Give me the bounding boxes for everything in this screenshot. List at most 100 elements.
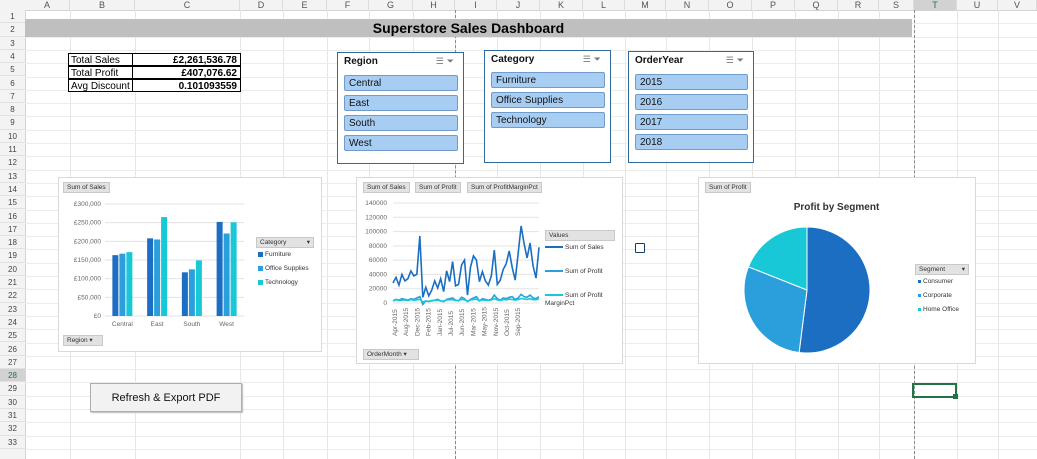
column-header-l[interactable]: L	[583, 0, 625, 10]
column-header-r[interactable]: R	[838, 0, 879, 10]
field-button-sum-of-sales[interactable]: Sum of Sales	[363, 182, 410, 193]
column-header-bar: ABCDEFGHIJKLMNOPQRSTUV	[0, 0, 1037, 11]
column-header-t[interactable]: T	[914, 0, 957, 10]
column-header-p[interactable]: P	[752, 0, 795, 10]
x-tick-label: West	[219, 321, 234, 328]
kpi-label[interactable]: Total Profit	[68, 66, 133, 79]
row-header-33[interactable]: 33	[0, 436, 25, 449]
row-header-16[interactable]: 16	[0, 210, 25, 223]
selected-cell[interactable]	[912, 383, 957, 398]
slicer-title: Category	[491, 54, 535, 65]
row-header-22[interactable]: 22	[0, 289, 25, 303]
row-header-3[interactable]: 3	[0, 37, 25, 50]
column-header-n[interactable]: N	[666, 0, 709, 10]
kpi-label[interactable]: Avg Discount	[68, 79, 133, 92]
column-header-v[interactable]: V	[998, 0, 1037, 10]
column-header-b[interactable]: B	[70, 0, 135, 10]
row-header-11[interactable]: 11	[0, 143, 25, 157]
field-button-sum-of-sales[interactable]: Sum of Sales	[63, 182, 110, 193]
slicer-item-south[interactable]: South	[344, 115, 458, 131]
region-slicer[interactable]: Region ☰⏷ Central East South West	[337, 52, 464, 164]
row-header-30[interactable]: 30	[0, 396, 25, 409]
field-button-sum-of-profit[interactable]: Sum of Profit	[415, 182, 461, 193]
slicer-item-2017[interactable]: 2017	[635, 114, 748, 130]
slicer-item-east[interactable]: East	[344, 95, 458, 111]
column-header-o[interactable]: O	[709, 0, 752, 10]
row-header-4[interactable]: 4	[0, 50, 25, 64]
row-header-2[interactable]: 2	[0, 23, 25, 37]
kpi-value[interactable]: £2,261,536.78	[132, 53, 241, 66]
legend-field-button[interactable]: Segment ▾	[915, 264, 969, 275]
row-header-1[interactable]: 1	[0, 10, 25, 24]
row-header-14[interactable]: 14	[0, 183, 25, 197]
slicer-item-2015[interactable]: 2015	[635, 74, 748, 90]
column-header-h[interactable]: H	[413, 0, 455, 10]
category-slicer[interactable]: Category ☰⏷ Furniture Office Supplies Te…	[484, 50, 611, 163]
row-header-10[interactable]: 10	[0, 130, 25, 143]
column-header-s[interactable]: S	[879, 0, 914, 10]
refresh-export-pdf-button[interactable]: Refresh & Export PDF	[90, 383, 242, 412]
row-header-26[interactable]: 26	[0, 343, 25, 356]
column-header-c[interactable]: C	[135, 0, 240, 10]
axis-field-button[interactable]: OrderMonth ▾	[363, 349, 419, 360]
profit-by-segment-chart[interactable]: Sum of Profit Profit by Segment Segment …	[698, 177, 976, 364]
column-header-u[interactable]: U	[957, 0, 998, 10]
column-header-m[interactable]: M	[625, 0, 666, 10]
row-header-24[interactable]: 24	[0, 316, 25, 330]
row-header-29[interactable]: 29	[0, 382, 25, 396]
legend-field-button[interactable]: Category ▾	[256, 237, 314, 248]
row-header-28[interactable]: 28	[0, 369, 25, 383]
row-header-31[interactable]: 31	[0, 409, 25, 423]
row-header-5[interactable]: 5	[0, 63, 25, 77]
kpi-value[interactable]: £407,076.62	[132, 66, 241, 79]
sales-by-region-chart[interactable]: Sum of Sales £300,000 £250,000 £200,000 £15…	[58, 177, 322, 352]
row-header-6[interactable]: 6	[0, 77, 25, 90]
row-header-7[interactable]: 7	[0, 90, 25, 104]
axis-field-button[interactable]: Region ▾	[63, 335, 103, 346]
column-header-a[interactable]: A	[25, 0, 70, 10]
bar-technology	[195, 260, 202, 316]
row-header-17[interactable]: 17	[0, 223, 25, 237]
column-header-k[interactable]: K	[540, 0, 583, 10]
fill-handle[interactable]	[953, 394, 958, 399]
field-button-sum-of-profit-margin[interactable]: Sum of ProfitMarginPct	[467, 182, 542, 193]
row-header-18[interactable]: 18	[0, 236, 25, 250]
row-header-9[interactable]: 9	[0, 116, 25, 130]
x-tick-label: Sep-2015	[515, 307, 522, 336]
column-header-q[interactable]: Q	[795, 0, 838, 10]
column-header-j[interactable]: J	[497, 0, 540, 10]
column-header-d[interactable]: D	[240, 0, 283, 10]
slicer-item-central[interactable]: Central	[344, 75, 458, 91]
column-header-i[interactable]: I	[455, 0, 497, 10]
row-header-23[interactable]: 23	[0, 303, 25, 316]
kpi-value[interactable]: 0.101093559	[132, 79, 241, 92]
form-checkbox[interactable]	[635, 243, 645, 253]
row-header-27[interactable]: 27	[0, 356, 25, 370]
slicer-item-west[interactable]: West	[344, 135, 458, 151]
row-header-20[interactable]: 20	[0, 263, 25, 276]
field-button-sum-of-profit[interactable]: Sum of Profit	[705, 182, 751, 193]
row-header-8[interactable]: 8	[0, 103, 25, 117]
column-header-g[interactable]: G	[369, 0, 413, 10]
slicer-item-2016[interactable]: 2016	[635, 94, 748, 110]
row-header-21[interactable]: 21	[0, 276, 25, 290]
slicer-filter-icons[interactable]: ☰⏷	[726, 55, 747, 66]
pie-slice-consumer	[798, 226, 871, 354]
row-header-13[interactable]: 13	[0, 170, 25, 183]
row-header-32[interactable]: 32	[0, 422, 25, 436]
row-header-12[interactable]: 12	[0, 156, 25, 170]
slicer-item-office-supplies[interactable]: Office Supplies	[491, 92, 605, 108]
slicer-item-2018[interactable]: 2018	[635, 134, 748, 150]
sales-profit-trend-chart[interactable]: Sum of Sales Sum of Profit Sum of Profit…	[356, 177, 623, 364]
slicer-filter-icons[interactable]: ☰⏷	[583, 54, 604, 65]
column-header-f[interactable]: F	[327, 0, 369, 10]
row-header-25[interactable]: 25	[0, 329, 25, 343]
slicer-item-furniture[interactable]: Furniture	[491, 72, 605, 88]
row-header-19[interactable]: 19	[0, 249, 25, 263]
row-header-15[interactable]: 15	[0, 196, 25, 210]
slicer-filter-icons[interactable]: ☰⏷	[436, 56, 457, 67]
column-header-e[interactable]: E	[283, 0, 327, 10]
kpi-label[interactable]: Total Sales	[68, 53, 133, 66]
slicer-item-technology[interactable]: Technology	[491, 112, 605, 128]
orderyear-slicer[interactable]: OrderYear ☰⏷ 2015 2016 2017 2018	[628, 51, 754, 163]
